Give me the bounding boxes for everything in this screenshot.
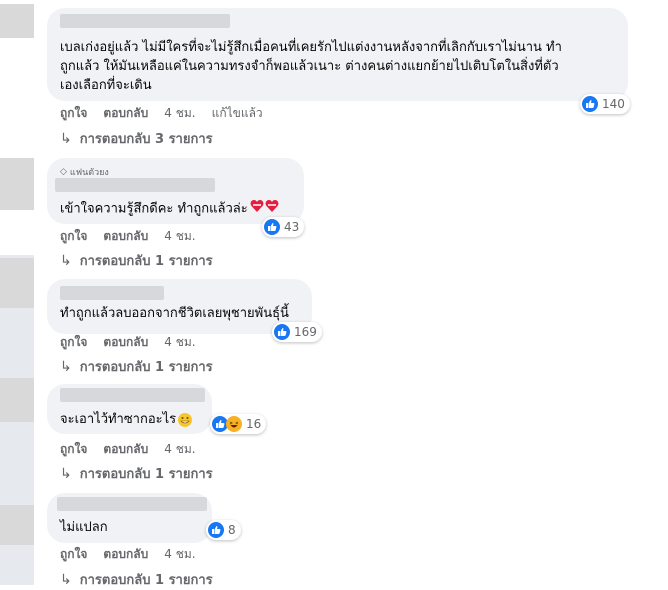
view-replies-label: การตอบกลับ 1 รายการ: [79, 360, 213, 375]
view-replies-label: การตอบกลับ 3 รายการ: [79, 132, 213, 147]
comment-actions: ถูกใจ ตอบกลับ 4 ชม.: [60, 545, 196, 564]
reply-arrow-icon: ↳: [60, 571, 72, 588]
reaction-summary[interactable]: 16: [210, 414, 267, 434]
avatar[interactable]: [0, 505, 34, 545]
reply-arrow-icon: ↳: [60, 252, 72, 269]
reaction-summary[interactable]: 140: [580, 94, 630, 114]
view-replies-label: การตอบกลับ 1 รายการ: [79, 573, 213, 588]
view-replies-link[interactable]: ↳ การตอบกลับ 1 รายการ: [60, 250, 213, 271]
commenter-name[interactable]: [57, 497, 207, 511]
like-link[interactable]: ถูกใจ: [60, 104, 87, 123]
thumbs-up-icon: [582, 96, 598, 112]
avatar[interactable]: [0, 258, 34, 308]
like-link[interactable]: ถูกใจ: [60, 227, 87, 246]
haha-icon: [226, 416, 242, 432]
edited-label: แก้ไขแล้ว: [211, 106, 263, 120]
commenter-name[interactable]: [60, 286, 164, 300]
comment-text-line: เบลเก่งอยู่แล้ว ไม่มีใครที่จะไม่รู้สึกเม…: [60, 40, 562, 55]
badge-label: แฟนตัวยง: [69, 168, 109, 178]
view-replies-link[interactable]: ↳ การตอบกลับ 1 รายการ: [60, 356, 213, 377]
reply-link[interactable]: ตอบกลับ: [103, 333, 148, 352]
view-replies-link[interactable]: ↳ การตอบกลับ 1 รายการ: [60, 463, 213, 484]
view-replies-link[interactable]: ↳ การตอบกลับ 1 รายการ: [60, 569, 213, 590]
reply-link[interactable]: ตอบกลับ: [103, 440, 148, 459]
reply-arrow-icon: ↳: [60, 358, 72, 375]
timestamp[interactable]: 4 ชม.: [164, 440, 195, 459]
comment-actions: ถูกใจ ตอบกลับ 4 ชม.: [60, 227, 196, 246]
commenter-name[interactable]: [60, 388, 205, 402]
thumbs-up-icon: [208, 522, 224, 538]
grin-emoji-icon: [178, 412, 193, 427]
reaction-summary[interactable]: 8: [206, 520, 241, 540]
thumbs-up-icon: [274, 324, 290, 340]
comment-text-line: เองเลือกที่จะเดิน: [60, 78, 152, 93]
like-link[interactable]: ถูกใจ: [60, 545, 87, 564]
comment-text: เบลเก่งอยู่แล้ว ไม่มีใครที่จะไม่รู้สึกเม…: [60, 38, 626, 95]
comment-text-line: ทำถูกแล้วลบออกจากชีวิตเลยพุชายพันธุ์นี้: [60, 306, 289, 321]
commenter-name[interactable]: [60, 14, 230, 28]
comment-text: เข้าใจความรู้สึกดีคะ ทำถูกแล้วล่ะ: [60, 199, 280, 219]
view-replies-label: การตอบกลับ 1 รายการ: [79, 467, 213, 482]
comment-actions: ถูกใจ ตอบกลับ 4 ชม. แก้ไขแล้ว: [60, 104, 263, 123]
timestamp[interactable]: 4 ชม.: [164, 227, 195, 246]
avatar[interactable]: [0, 4, 34, 38]
comment-text: ทำถูกแล้วลบออกจากชีวิตเลยพุชายพันธุ์นี้: [60, 304, 289, 323]
heart-emoji-icon: [250, 199, 280, 219]
commenter-name[interactable]: [55, 178, 215, 192]
reaction-summary[interactable]: 169: [272, 322, 322, 342]
like-link[interactable]: ถูกใจ: [60, 333, 87, 352]
comment-actions: ถูกใจ ตอบกลับ 4 ชม.: [60, 333, 196, 352]
reply-arrow-icon: ↳: [60, 465, 72, 482]
timestamp[interactable]: 4 ชม.: [164, 333, 195, 352]
comment-text: ไม่แปลก: [60, 518, 108, 537]
reaction-count: 43: [284, 220, 300, 234]
comment-text-line: ไม่แปลก: [60, 520, 108, 535]
avatar[interactable]: [0, 158, 34, 210]
comment-text-line: จะเอาไว้ทำซากอะไร: [60, 412, 177, 427]
timestamp[interactable]: 4 ชม.: [164, 545, 195, 564]
reaction-summary[interactable]: 43: [262, 217, 305, 237]
view-replies-label: การตอบกลับ 1 รายการ: [79, 254, 213, 269]
thumbs-up-icon: [264, 219, 280, 235]
reply-link[interactable]: ตอบกลับ: [103, 545, 148, 564]
like-link[interactable]: ถูกใจ: [60, 440, 87, 459]
comment-text: จะเอาไว้ทำซากอะไร: [60, 410, 193, 429]
reaction-count: 16: [246, 417, 262, 431]
comment-actions: ถูกใจ ตอบกลับ 4 ชม.: [60, 440, 196, 459]
comment-text-line: เข้าใจความรู้สึกดีคะ ทำถูกแล้วล่ะ: [60, 201, 248, 217]
avatar[interactable]: [0, 378, 34, 422]
reaction-count: 169: [294, 325, 317, 339]
reply-link[interactable]: ตอบกลับ: [103, 104, 148, 123]
reply-arrow-icon: ↳: [60, 130, 72, 147]
top-fan-badge: ◇ แฟนตัวยง: [60, 165, 109, 179]
reaction-count: 140: [602, 97, 625, 111]
reaction-count: 8: [228, 523, 236, 537]
reply-link[interactable]: ตอบกลับ: [103, 227, 148, 246]
diamond-badge-icon: ◇: [60, 167, 67, 177]
view-replies-link[interactable]: ↳ การตอบกลับ 3 รายการ: [60, 128, 213, 149]
timestamp[interactable]: 4 ชม.: [164, 104, 195, 123]
comment-text-line: ถูกแล้ว ให้มันเหลือแค่ในความทรงจำก็พอแล้…: [60, 59, 559, 74]
